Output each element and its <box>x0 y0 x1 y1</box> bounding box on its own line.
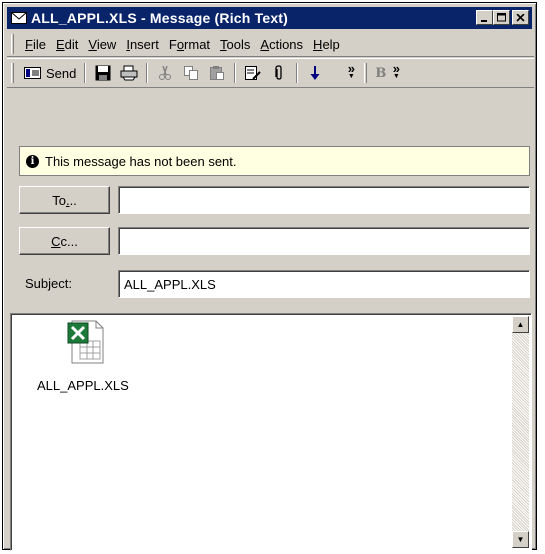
bold-button[interactable]: B <box>371 62 390 84</box>
close-button[interactable] <box>512 10 529 25</box>
menu-edit[interactable]: Edit <box>51 37 83 52</box>
to-button[interactable]: To... <box>19 186 110 214</box>
attachment-name[interactable]: ALL_APPL.XLS <box>37 378 129 393</box>
subject-label: Subject: <box>25 276 72 291</box>
menu-actions[interactable]: Actions <box>255 37 308 52</box>
chevron-down-icon: ▼ <box>347 73 355 80</box>
cc-row: Cc... <box>19 227 530 255</box>
chevron-more-icon: » <box>392 61 400 76</box>
menu-help[interactable]: Help <box>308 37 345 52</box>
toolbar-separator <box>146 63 149 83</box>
subject-row: Subject: ALL_APPL.XLS <box>19 270 530 298</box>
to-row: To... <box>19 186 530 214</box>
toolbar-more-button-2[interactable]: » ▼ <box>390 62 402 84</box>
send-label: Send <box>46 65 77 81</box>
menu-view[interactable]: View <box>83 37 121 52</box>
minimize-button[interactable] <box>476 10 493 25</box>
scroll-up-button[interactable]: ▲ <box>512 316 529 333</box>
menu-file[interactable]: File <box>20 37 51 52</box>
chevron-more-icon: » <box>347 61 355 76</box>
envelope-icon <box>11 12 27 24</box>
window-controls <box>476 10 529 25</box>
message-window: ALL_APPL.XLS - Message (Rich Text) File … <box>2 2 537 551</box>
attach-button[interactable] <box>266 62 292 84</box>
paste-button[interactable] <box>204 62 230 84</box>
maximize-button[interactable] <box>493 10 510 25</box>
address-book-icon <box>245 66 262 80</box>
standard-toolbar: Send » ▼ B » ▼ <box>7 58 534 88</box>
window-title: ALL_APPL.XLS - Message (Rich Text) <box>31 10 289 26</box>
info-text: This message has not been sent. <box>45 153 237 169</box>
cut-button[interactable] <box>152 62 178 84</box>
importance-low-icon <box>310 66 320 80</box>
cc-button[interactable]: Cc... <box>19 227 110 255</box>
title-bar[interactable]: ALL_APPL.XLS - Message (Rich Text) <box>7 7 532 29</box>
importance-low-button[interactable] <box>302 62 328 84</box>
scroll-down-button[interactable]: ▼ <box>512 531 529 548</box>
send-button[interactable]: Send <box>20 62 80 84</box>
attach-icon <box>275 65 283 80</box>
print-icon <box>120 65 138 81</box>
copy-button[interactable] <box>178 62 204 84</box>
vertical-scrollbar[interactable]: ▲ ▼ <box>512 316 529 548</box>
toolbar-separator <box>296 63 299 83</box>
toolbar-grip-2[interactable] <box>364 63 368 83</box>
save-button[interactable] <box>90 62 116 84</box>
copy-icon <box>184 66 199 80</box>
send-icon <box>24 67 41 79</box>
bold-label: B <box>375 65 387 81</box>
menu-bar: File Edit View Insert Format Tools Actio… <box>7 32 534 57</box>
cc-field[interactable] <box>118 227 530 255</box>
toolbar-more-button[interactable]: » ▼ <box>344 62 358 84</box>
menu-insert[interactable]: Insert <box>121 37 164 52</box>
address-book-button[interactable] <box>240 62 266 84</box>
excel-file-icon[interactable] <box>66 319 108 365</box>
menu-format[interactable]: Format <box>164 37 215 52</box>
subject-field[interactable]: ALL_APPL.XLS <box>118 270 530 298</box>
toolbar-grip[interactable] <box>11 63 14 83</box>
menu-grip[interactable] <box>11 34 14 54</box>
info-bar: i This message has not been sent. <box>19 146 530 176</box>
cut-icon <box>159 65 172 80</box>
toolbar-separator <box>84 63 87 83</box>
message-body[interactable]: ALL_APPL.XLS ▲ ▼ <box>10 313 532 551</box>
print-button[interactable] <box>116 62 142 84</box>
to-field[interactable] <box>118 186 530 214</box>
save-icon <box>95 65 111 81</box>
menu-tools[interactable]: Tools <box>215 37 255 52</box>
chevron-down-icon: ▼ <box>392 73 400 80</box>
paste-icon <box>210 66 225 80</box>
info-icon: i <box>26 154 39 168</box>
toolbar-separator <box>234 63 237 83</box>
